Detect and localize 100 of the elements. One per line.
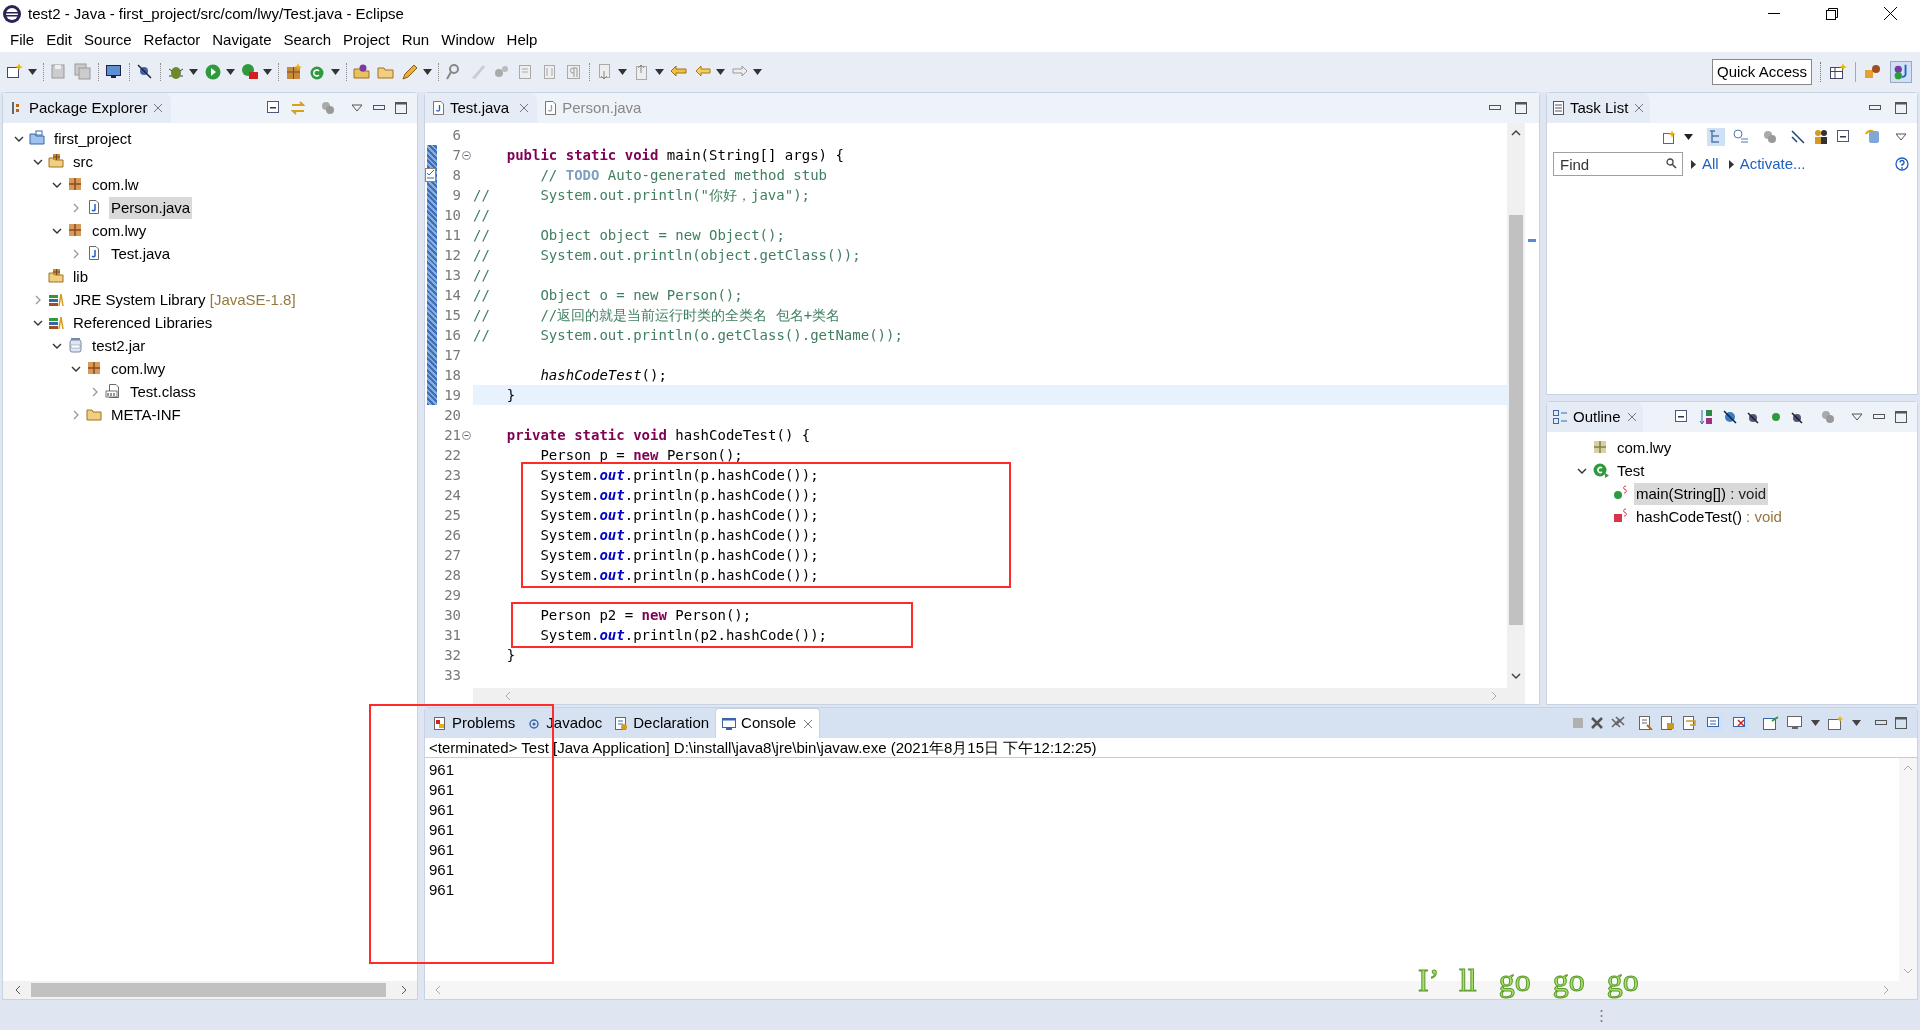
view-menu-icon[interactable] bbox=[1851, 413, 1863, 421]
hide-completed-icon[interactable] bbox=[1791, 130, 1805, 144]
tree-item[interactable]: src bbox=[71, 150, 95, 173]
hide-fields-icon[interactable] bbox=[1723, 410, 1737, 424]
dropdown-icon[interactable] bbox=[28, 69, 37, 75]
editor-tab[interactable]: Test.java bbox=[425, 93, 538, 123]
tree-item[interactable]: Test.class bbox=[128, 380, 198, 403]
package-explorer-tab[interactable]: Package Explorer bbox=[3, 93, 172, 123]
dropdown-icon[interactable] bbox=[1852, 720, 1861, 726]
open-type-icon[interactable] bbox=[353, 63, 371, 81]
outline-item[interactable]: hashCodeTest() : void bbox=[1634, 505, 1784, 528]
maximize-icon[interactable] bbox=[1895, 411, 1907, 423]
dropdown-icon[interactable] bbox=[263, 69, 272, 75]
tree-item[interactable]: Person.java bbox=[109, 196, 193, 219]
menu-item[interactable]: Refactor bbox=[137, 28, 207, 52]
collapse-all-icon[interactable] bbox=[1675, 410, 1689, 424]
dropdown-icon[interactable] bbox=[331, 69, 340, 75]
task-list-tab[interactable]: Task List bbox=[1547, 93, 1651, 123]
remove-all-icon[interactable] bbox=[1611, 716, 1625, 730]
menu-item[interactable]: Search bbox=[277, 28, 337, 52]
debug-perspective-icon[interactable] bbox=[1864, 63, 1882, 81]
minimize-icon[interactable] bbox=[1489, 105, 1501, 111]
tree-item[interactable]: first_project bbox=[52, 127, 134, 150]
focus-icon[interactable] bbox=[321, 101, 335, 115]
new-task-icon[interactable] bbox=[1662, 130, 1676, 144]
pencil-icon[interactable] bbox=[401, 63, 419, 81]
focus-icon[interactable] bbox=[1821, 410, 1835, 424]
filter-link[interactable]: All bbox=[1702, 152, 1719, 176]
panel-tab[interactable]: Declaration bbox=[608, 708, 716, 738]
dropdown-icon[interactable] bbox=[655, 69, 664, 75]
tree-item[interactable]: com.lwy bbox=[90, 219, 149, 242]
new-icon[interactable] bbox=[6, 63, 24, 81]
collapse-all-icon[interactable] bbox=[1837, 130, 1851, 144]
maximize-icon[interactable] bbox=[395, 102, 407, 114]
monitor-icon[interactable] bbox=[105, 63, 123, 81]
outline-item[interactable]: Test bbox=[1615, 459, 1647, 482]
people-icon[interactable] bbox=[1813, 129, 1829, 145]
focus-icon[interactable] bbox=[1763, 130, 1777, 144]
tree-item[interactable]: test2.jar bbox=[90, 334, 148, 357]
minimize-icon[interactable] bbox=[373, 105, 385, 111]
tree-item[interactable]: JRE System Library [JavaSE-1.8] bbox=[71, 288, 298, 311]
coverage-icon[interactable] bbox=[241, 63, 259, 81]
scroll-lock-icon[interactable] bbox=[1661, 716, 1675, 730]
tree-item[interactable]: lib bbox=[71, 265, 90, 288]
pin-console-icon[interactable] bbox=[1763, 716, 1779, 730]
dropdown-icon[interactable] bbox=[226, 69, 235, 75]
collapse-all-icon[interactable] bbox=[267, 101, 281, 115]
restore-icon[interactable] bbox=[1826, 8, 1838, 20]
scroll-down-icon[interactable] bbox=[1511, 672, 1521, 680]
view-menu-icon[interactable] bbox=[1895, 133, 1907, 141]
menu-item[interactable]: Navigate bbox=[206, 28, 278, 52]
outline-item[interactable]: com.lwy bbox=[1615, 436, 1674, 459]
menu-item[interactable]: Source bbox=[78, 28, 138, 52]
outline-tab[interactable]: Outline bbox=[1547, 402, 1643, 432]
fold-icon[interactable] bbox=[462, 150, 471, 160]
new-package-icon[interactable] bbox=[285, 63, 303, 81]
new-console-icon[interactable] bbox=[1828, 716, 1844, 730]
menu-item[interactable]: Project bbox=[337, 28, 396, 52]
minimize-icon[interactable] bbox=[1768, 13, 1780, 15]
hide-static-icon[interactable] bbox=[1747, 410, 1761, 424]
hide-local-types-icon[interactable] bbox=[1791, 410, 1805, 424]
menu-item[interactable]: Run bbox=[395, 28, 436, 52]
maximize-icon[interactable] bbox=[1895, 717, 1907, 729]
help-icon[interactable] bbox=[1895, 157, 1909, 171]
scheduled-icon[interactable] bbox=[1733, 129, 1749, 145]
task-marker-icon[interactable] bbox=[425, 168, 437, 182]
public-members-icon[interactable] bbox=[1771, 412, 1781, 422]
find-field[interactable]: Find bbox=[1553, 152, 1683, 176]
quick-access-field[interactable]: Quick Access bbox=[1711, 59, 1812, 85]
display-console-icon[interactable] bbox=[1787, 716, 1803, 730]
tree-item[interactable]: Referenced Libraries bbox=[71, 311, 215, 334]
maximize-icon[interactable] bbox=[1515, 102, 1527, 114]
dropdown-icon[interactable] bbox=[618, 69, 627, 75]
remove-launch-icon[interactable] bbox=[1591, 717, 1603, 729]
dropdown-icon[interactable] bbox=[1684, 134, 1693, 140]
dropdown-icon[interactable] bbox=[423, 69, 432, 75]
minimize-icon[interactable] bbox=[1869, 105, 1881, 111]
clear-console-icon[interactable] bbox=[1639, 716, 1653, 730]
show-on-output-icon[interactable] bbox=[1705, 714, 1723, 732]
maximize-icon[interactable] bbox=[1895, 102, 1907, 114]
fold-icon[interactable] bbox=[462, 430, 471, 440]
minimize-icon[interactable] bbox=[1873, 414, 1885, 420]
run-icon[interactable] bbox=[204, 63, 222, 81]
tree-item[interactable]: META-INF bbox=[109, 403, 183, 426]
menu-item[interactable]: Window bbox=[435, 28, 501, 52]
dropdown-icon[interactable] bbox=[189, 69, 198, 75]
filter-link[interactable]: Activate... bbox=[1739, 152, 1806, 176]
open-perspective-icon[interactable] bbox=[1829, 63, 1847, 81]
menu-item[interactable]: File bbox=[4, 28, 41, 52]
dropdown-icon[interactable] bbox=[753, 69, 762, 75]
view-menu-icon[interactable] bbox=[351, 104, 363, 112]
menu-item[interactable]: Help bbox=[500, 28, 544, 52]
outline-item[interactable]: main(String[]) : void bbox=[1634, 482, 1769, 505]
sort-icon[interactable] bbox=[1699, 409, 1713, 425]
menu-item[interactable]: Edit bbox=[40, 28, 79, 52]
panel-tab[interactable]: Problems bbox=[427, 708, 522, 738]
word-wrap-icon[interactable] bbox=[1683, 716, 1697, 730]
skip-breakpoints-icon[interactable] bbox=[136, 63, 154, 81]
scroll-up-icon[interactable] bbox=[1511, 129, 1521, 137]
dropdown-icon[interactable] bbox=[716, 69, 725, 75]
